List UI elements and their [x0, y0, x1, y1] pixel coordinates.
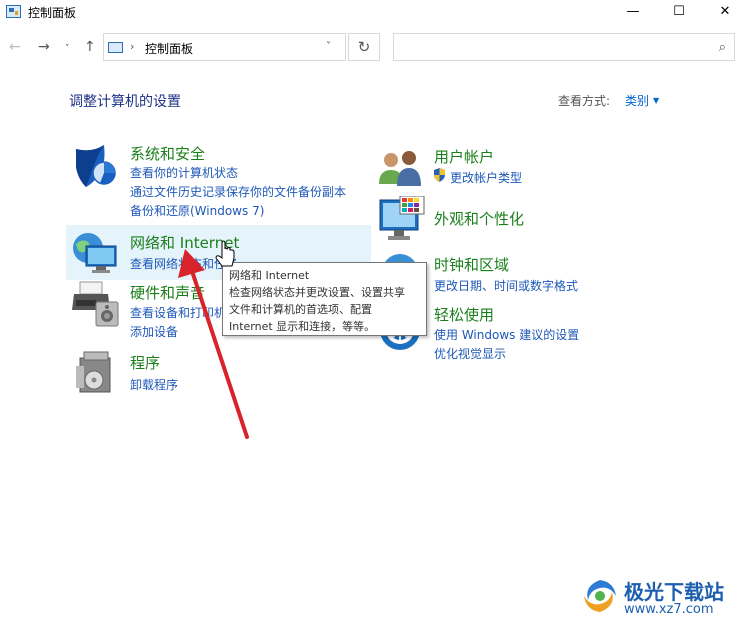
- up-button[interactable]: ↑: [84, 37, 96, 57]
- maximize-button[interactable]: ☐: [656, 0, 702, 24]
- window-title: 控制面板: [28, 6, 77, 20]
- control-panel-icon: [6, 5, 21, 18]
- view-by-dropdown[interactable]: 类别 ▼: [625, 92, 659, 109]
- category-programs[interactable]: 程序: [130, 352, 160, 373]
- navigation-bar: ← → ˅ ↑ › 控制面板 ˅ ↻ ⌕: [0, 30, 741, 64]
- link-recommended-settings[interactable]: 使用 Windows 建议的设置: [434, 326, 579, 343]
- search-icon[interactable]: ⌕: [719, 40, 726, 55]
- recent-locations-button[interactable]: ˅: [65, 39, 70, 59]
- forward-button[interactable]: →: [38, 37, 50, 57]
- chevron-down-icon[interactable]: ˅: [326, 41, 331, 52]
- category-hardware-sound[interactable]: 硬件和声音: [130, 282, 205, 303]
- category-appearance[interactable]: 外观和个性化: [434, 208, 524, 229]
- category-network-internet[interactable]: 网络和 Internet: [130, 232, 239, 253]
- tooltip-line: Internet 显示和连接，等等。: [229, 320, 376, 333]
- link-view-computer-status[interactable]: 查看你的计算机状态: [130, 164, 238, 181]
- network-globe-icon[interactable]: [70, 230, 118, 276]
- minimize-button[interactable]: —: [610, 0, 656, 24]
- watermark-swirl-icon: [584, 580, 616, 612]
- close-button[interactable]: ✕: [702, 0, 741, 24]
- link-add-device[interactable]: 添加设备: [130, 323, 178, 340]
- link-change-account-type[interactable]: 更改帐户类型: [450, 169, 522, 186]
- watermark-logo: 极光下载站 www.xz7.com: [580, 574, 735, 622]
- link-backup-restore[interactable]: 备份和还原(Windows 7): [130, 202, 264, 219]
- user-accounts-icon[interactable]: [377, 148, 423, 188]
- view-by-value[interactable]: 类别: [625, 94, 649, 108]
- refresh-button[interactable]: ↻: [348, 33, 380, 61]
- watermark-name: 极光下载站: [624, 580, 724, 604]
- address-bar[interactable]: › 控制面板 ˅: [103, 33, 346, 61]
- category-system-security[interactable]: 系统和安全: [130, 143, 205, 164]
- caret-down-icon[interactable]: ▼: [653, 96, 659, 105]
- security-shield-icon[interactable]: [72, 143, 118, 189]
- category-user-accounts[interactable]: 用户帐户: [434, 146, 494, 167]
- chevron-right-icon[interactable]: ›: [130, 40, 134, 53]
- view-by-label: 查看方式:: [558, 94, 611, 108]
- page-title: 调整计算机的设置: [69, 94, 181, 110]
- watermark-url: www.xz7.com: [624, 602, 714, 617]
- search-input[interactable]: ⌕: [393, 33, 735, 61]
- back-button[interactable]: ←: [9, 37, 21, 57]
- breadcrumb-control-panel[interactable]: 控制面板: [145, 40, 193, 57]
- link-file-history-backup[interactable]: 通过文件历史记录保存你的文件备份副本: [130, 183, 346, 200]
- category-ease-of-access[interactable]: 轻松使用: [434, 304, 494, 325]
- tooltip-line: 网络和 Internet: [229, 269, 310, 282]
- link-uninstall-program[interactable]: 卸载程序: [130, 376, 178, 393]
- category-clock-region[interactable]: 时钟和区域: [434, 254, 509, 275]
- programs-icon[interactable]: [74, 350, 118, 396]
- control-panel-icon: [108, 42, 123, 53]
- network-tooltip: 网络和 Internet 检查网络状态并更改设置、设置共享 文件和计算机的首选项…: [222, 262, 427, 336]
- link-devices-printers[interactable]: 查看设备和打印机: [130, 304, 226, 321]
- printer-icon[interactable]: [72, 280, 120, 328]
- tooltip-line: 检查网络状态并更改设置、设置共享: [229, 286, 405, 299]
- tooltip-line: 文件和计算机的首选项、配置: [229, 303, 372, 316]
- link-optimize-visual[interactable]: 优化视觉显示: [434, 345, 506, 362]
- title-bar: 控制面板 — ☐ ✕: [0, 0, 741, 24]
- appearance-monitor-icon[interactable]: [378, 196, 426, 244]
- uac-shield-icon: [434, 168, 445, 182]
- link-change-date-time[interactable]: 更改日期、时间或数字格式: [434, 277, 578, 294]
